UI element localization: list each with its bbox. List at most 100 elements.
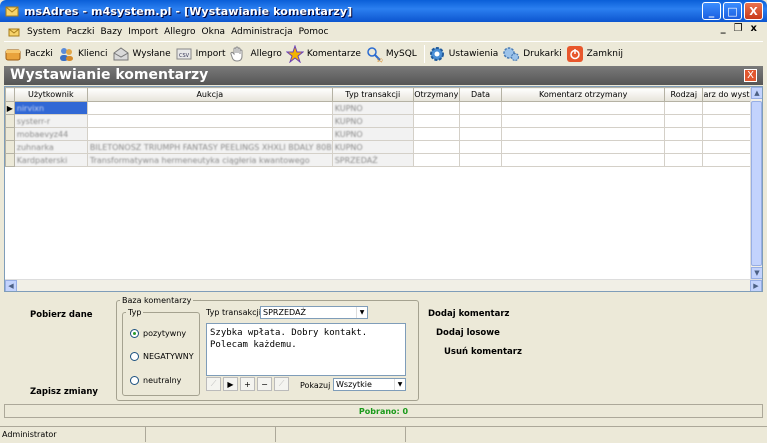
menu-system[interactable]: System	[24, 27, 64, 37]
menu-paczki[interactable]: Paczki	[64, 27, 98, 37]
table-row[interactable]: zuhnarka BILETONOSZ TRIUMPH FANTASY PEEL…	[5, 140, 762, 154]
col-header-uzytkownik[interactable]: Użytkownik	[13, 87, 88, 102]
klienci-button[interactable]: Klienci	[57, 43, 108, 65]
radio-negatywny-circle[interactable]	[130, 352, 139, 361]
usun-komentarz-button[interactable]: Usuń komentarz	[444, 347, 522, 357]
menu-okna[interactable]: Okna	[199, 27, 229, 37]
table-row[interactable]: ▶ nirvixn KUPNO	[5, 101, 762, 115]
table-row[interactable]: systerr-r KUPNO	[5, 114, 762, 128]
cell-otrzymany[interactable]	[412, 127, 460, 141]
cell-otrzymany[interactable]	[412, 101, 460, 115]
panel-close-button[interactable]: X	[744, 69, 757, 82]
drukarki-button[interactable]: Drukarki	[502, 43, 562, 65]
cell-uzytkownik[interactable]: nirvixn	[13, 101, 88, 115]
cell-typ-transakcji[interactable]: KUPNO	[331, 127, 414, 141]
menu-administracja[interactable]: Administracja	[228, 27, 296, 37]
vertical-scroll-thumb[interactable]	[751, 101, 762, 266]
restore-button[interactable]: □	[723, 2, 742, 20]
ustawienia-button[interactable]: Ustawienia	[428, 43, 498, 65]
col-header-aukcja[interactable]: Aukcja	[86, 87, 333, 102]
scroll-right-arrow-icon[interactable]: ▶	[750, 280, 762, 291]
col-header-typ-transakcji[interactable]: Typ transakcji	[331, 87, 414, 102]
mysql-button[interactable]: SQL MySQL	[365, 43, 417, 65]
col-header-komentarz-otrzymany[interactable]: Komentarz otrzymany	[501, 87, 666, 102]
wyslane-button[interactable]: Wysłane	[112, 43, 171, 65]
typ-transakcji-select[interactable]: SPRZEDAŻ ▼	[260, 306, 368, 319]
paczki-button[interactable]: Paczki	[4, 43, 53, 65]
menu-bazy[interactable]: Bazy	[98, 27, 126, 37]
close-button[interactable]: X	[744, 2, 763, 20]
nav-next-icon[interactable]: ▶	[223, 377, 238, 391]
cell-data[interactable]	[458, 101, 503, 115]
col-header-data[interactable]: Data	[458, 87, 503, 102]
table-row[interactable]: Kardpaterski Transformatywna hermeneutyk…	[5, 153, 762, 167]
cell-otrzymany[interactable]	[412, 153, 460, 167]
cell-aukcja[interactable]	[86, 127, 333, 141]
comment-textarea[interactable]: Szybka wpłata. Dobry kontakt. Polecam ka…	[206, 323, 406, 376]
cell-komentarz-otrzymany[interactable]	[501, 114, 666, 128]
mdi-close-button[interactable]: x	[751, 23, 757, 34]
cell-uzytkownik[interactable]: zuhnarka	[13, 140, 88, 154]
menu-import[interactable]: Import	[125, 27, 161, 37]
cell-komentarz-otrzymany[interactable]	[501, 101, 666, 115]
cell-otrzymany[interactable]	[412, 140, 460, 154]
chevron-down-icon[interactable]: ▼	[394, 379, 405, 390]
cell-komentarz-otrzymany[interactable]	[501, 127, 666, 141]
scroll-up-arrow-icon[interactable]: ▲	[751, 87, 762, 99]
dodaj-losowe-button[interactable]: Dodaj losowe	[436, 328, 500, 338]
nav-edit-icon[interactable]: ⟋	[274, 377, 289, 391]
import-button[interactable]: CSV Import	[175, 43, 225, 65]
scroll-down-arrow-icon[interactable]: ▼	[751, 267, 762, 279]
cell-aukcja[interactable]: Transformatywna hermeneutyka ciągłeria k…	[86, 153, 333, 167]
radio-neutralny[interactable]: neutralny	[130, 376, 181, 385]
chevron-down-icon[interactable]: ▼	[356, 307, 367, 318]
cell-typ-transakcji[interactable]: KUPNO	[331, 114, 414, 128]
col-header-rodzaj[interactable]: Rodzaj	[664, 87, 704, 102]
allegro-button[interactable]: Allegro	[229, 43, 282, 65]
col-header-otrzymany[interactable]: Otrzymany	[412, 87, 460, 102]
cell-komentarz-otrzymany[interactable]	[501, 140, 666, 154]
vertical-scrollbar[interactable]: ▲ ▼	[750, 87, 762, 279]
cell-rodzaj[interactable]	[664, 114, 704, 128]
nav-first-icon[interactable]: ⟋	[206, 377, 221, 391]
cell-otrzymany[interactable]	[412, 114, 460, 128]
pokazuj-select[interactable]: Wszytkie ▼	[333, 378, 406, 391]
horizontal-scrollbar[interactable]: ◀ ▶	[5, 279, 762, 291]
cell-aukcja[interactable]	[86, 101, 333, 115]
scroll-left-arrow-icon[interactable]: ◀	[5, 280, 17, 291]
mdi-minimize-button[interactable]: _	[721, 23, 726, 34]
radio-pozytywny-circle[interactable]	[130, 329, 139, 338]
table-row[interactable]: mobaevyz44 KUPNO	[5, 127, 762, 141]
cell-rodzaj[interactable]	[664, 140, 704, 154]
komentarze-button[interactable]: Komentarze	[285, 43, 361, 65]
nav-add-icon[interactable]: +	[240, 377, 255, 391]
mdi-restore-button[interactable]: ❐	[734, 23, 743, 34]
cell-typ-transakcji[interactable]: KUPNO	[331, 101, 414, 115]
cell-uzytkownik[interactable]: mobaevyz44	[13, 127, 88, 141]
cell-aukcja[interactable]: BILETONOSZ TRIUMPH FANTASY PEELINGS XHXL…	[86, 140, 333, 154]
zapisz-zmiany-button[interactable]: Zapisz zmiany	[30, 387, 98, 397]
cell-uzytkownik[interactable]: systerr-r	[13, 114, 88, 128]
cell-rodzaj[interactable]	[664, 153, 704, 167]
cell-data[interactable]	[458, 114, 503, 128]
nav-delete-icon[interactable]: −	[257, 377, 272, 391]
radio-pozytywny[interactable]: pozytywny	[130, 329, 186, 338]
cell-typ-transakcji[interactable]: SPRZEDAŻ	[331, 153, 414, 167]
cell-komentarz-otrzymany[interactable]	[501, 153, 666, 167]
pobierz-dane-button[interactable]: Pobierz dane	[30, 310, 93, 320]
cell-rodzaj[interactable]	[664, 127, 704, 141]
zamknij-button[interactable]: Zamknij	[566, 43, 623, 65]
cell-aukcja[interactable]	[86, 114, 333, 128]
menu-pomoc[interactable]: Pomoc	[296, 27, 332, 37]
mdi-doc-icon[interactable]	[8, 26, 20, 38]
menu-allegro[interactable]: Allegro	[161, 27, 198, 37]
comments-grid[interactable]: Użytkownik Aukcja Typ transakcji Otrzyma…	[4, 86, 763, 292]
radio-neutralny-circle[interactable]	[130, 376, 139, 385]
cell-uzytkownik[interactable]: Kardpaterski	[13, 153, 88, 167]
cell-rodzaj[interactable]	[664, 101, 704, 115]
radio-negatywny[interactable]: NEGATYWNY	[130, 352, 194, 361]
cell-typ-transakcji[interactable]: KUPNO	[331, 140, 414, 154]
cell-data[interactable]	[458, 127, 503, 141]
cell-data[interactable]	[458, 140, 503, 154]
dodaj-komentarz-button[interactable]: Dodaj komentarz	[428, 309, 509, 319]
